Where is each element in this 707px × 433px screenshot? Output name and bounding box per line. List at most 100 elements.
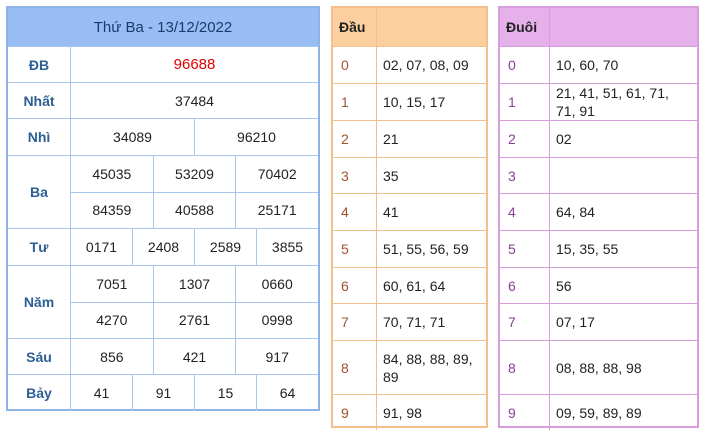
prize-line: 0171 2408 2589 3855	[71, 229, 318, 265]
prize-number: 41	[93, 385, 110, 401]
dau-header: Đầu	[333, 8, 377, 46]
prize-line: 34089 96210	[71, 119, 318, 155]
prize-row: ĐB 96688	[8, 46, 318, 82]
dau-row: 7 70, 71, 71	[333, 303, 486, 340]
prize-line: 7051 1307 0660	[71, 266, 318, 302]
duoi-digit: 9	[500, 395, 550, 430]
prize-values: 41 91 15 64	[71, 375, 318, 411]
duoi-digit: 4	[500, 194, 550, 230]
duoi-numbers: 56	[556, 277, 572, 294]
dau-header-blank	[377, 8, 486, 46]
dau-row: 5 51, 55, 56, 59	[333, 230, 486, 267]
prize-label: Ba	[8, 156, 71, 228]
prize-label: Năm	[8, 266, 71, 338]
prize-number: 856	[100, 348, 124, 365]
prize-number: 37484	[175, 92, 214, 109]
duoi-digit: 3	[500, 158, 550, 193]
duoi-row: 4 64, 84	[500, 193, 697, 230]
prize-number: 0171	[85, 239, 118, 255]
dau-digit: 6	[333, 268, 377, 303]
dau-digit: 2	[333, 121, 377, 157]
prize-number: 91	[132, 375, 194, 411]
dau-digit: 5	[333, 231, 377, 267]
prize-number: 25171	[235, 192, 318, 228]
prize-row: Năm 7051 1307 0660 4270 2761 0998	[8, 265, 318, 338]
duoi-digit: 1	[500, 84, 550, 120]
dau-header-row: Đầu	[333, 8, 486, 46]
duoi-digit: 5	[500, 231, 550, 267]
duoi-row: 6 56	[500, 267, 697, 303]
dau-numbers: 02, 07, 08, 09	[383, 57, 469, 73]
dau-numbers: 41	[383, 204, 399, 220]
dau-numbers: 51, 55, 56, 59	[383, 241, 469, 257]
prize-number: 40588	[152, 192, 236, 228]
prize-values: 856 421 917	[71, 339, 318, 374]
prize-number: 53209	[152, 156, 236, 192]
duoi-header-row: Đuôi	[500, 8, 697, 46]
prize-row: Sáu 856 421 917	[8, 338, 318, 374]
prize-values: 34089 96210	[71, 119, 318, 155]
dau-row: 8 84, 88, 88, 89, 89	[333, 340, 486, 394]
prize-values: 7051 1307 0660 4270 2761 0998	[71, 266, 318, 338]
duoi-header-blank	[550, 8, 697, 46]
prize-row: Ba 45035 53209 70402 84359 40588 25171	[8, 155, 318, 228]
prize-line: 41 91 15 64	[71, 375, 318, 411]
dau-digit: 3	[333, 158, 377, 193]
dau-digit: 4	[333, 194, 377, 230]
prize-row: Bảy 41 91 15 64	[8, 374, 318, 411]
prize-line: 45035 53209 70402	[71, 156, 318, 192]
duoi-numbers: 07, 17	[556, 314, 595, 330]
prize-number: 84359	[92, 202, 132, 219]
prize-values: 37484	[71, 83, 318, 118]
duoi-numbers: 15, 35, 55	[556, 241, 619, 257]
duoi-row: 2 02	[500, 120, 697, 157]
dau-row: 2 21	[333, 120, 486, 157]
dau-digit: 8	[333, 341, 377, 394]
prize-number: 64	[256, 375, 318, 411]
prize-number: 917	[235, 339, 318, 374]
duoi-digit: 8	[500, 341, 550, 394]
prize-number: 421	[152, 339, 236, 374]
prize-line: 856 421 917	[71, 339, 318, 374]
prize-number: 3855	[256, 229, 318, 265]
dau-row: 3 35	[333, 157, 486, 193]
prize-label: ĐB	[8, 47, 71, 82]
duoi-numbers: 10, 60, 70	[556, 57, 619, 73]
prize-label: Bảy	[8, 375, 71, 411]
results-title: Thứ Ba - 13/12/2022	[8, 8, 318, 46]
prize-number: 4270	[96, 312, 128, 329]
dau-row: 9 91, 98	[333, 394, 486, 430]
dau-row: 4 41	[333, 193, 486, 230]
dau-digit: 7	[333, 304, 377, 340]
dau-digit: 9	[333, 395, 377, 430]
duoi-numbers	[550, 158, 697, 193]
prize-line: 37484	[71, 83, 318, 118]
dau-body: 0 02, 07, 08, 09 1 10, 15, 17 2 21 3 35 4 41 5 51, …	[333, 46, 486, 430]
dau-numbers: 21	[383, 131, 399, 147]
prize-number: 96210	[194, 119, 318, 155]
duoi-digit: 6	[500, 268, 550, 303]
duoi-numbers: 08, 88, 88, 98	[556, 359, 642, 376]
duoi-numbers: 64, 84	[556, 204, 595, 220]
duoi-row: 0 10, 60, 70	[500, 46, 697, 83]
duoi-row: 7 07, 17	[500, 303, 697, 340]
dau-row: 1 10, 15, 17	[333, 83, 486, 120]
special-prize-number: 96688	[173, 56, 216, 73]
dau-numbers: 91, 98	[383, 404, 422, 421]
prize-row: Nhất 37484	[8, 82, 318, 118]
dau-digit: 1	[333, 84, 377, 120]
duoi-digit: 7	[500, 304, 550, 340]
duoi-digit: 0	[500, 47, 550, 83]
prize-row: Tư 0171 2408 2589 3855	[8, 228, 318, 265]
dau-row: 0 02, 07, 08, 09	[333, 46, 486, 83]
prize-number: 34089	[113, 129, 152, 145]
duoi-row: 5 15, 35, 55	[500, 230, 697, 267]
dau-table: Đầu 0 02, 07, 08, 09 1 10, 15, 17 2 21 3 35 4 41 5…	[331, 6, 488, 430]
prize-label: Nhất	[8, 83, 71, 118]
duoi-numbers: 02	[556, 131, 572, 147]
dau-numbers: 10, 15, 17	[383, 94, 446, 110]
dau-numbers: 60, 61, 64	[383, 277, 446, 294]
prize-number: 45035	[92, 165, 132, 182]
duoi-body: 0 10, 60, 70 1 21, 41, 51, 61, 71, 71, 91 2 0…	[500, 46, 697, 430]
prize-values: 96688	[71, 47, 318, 82]
